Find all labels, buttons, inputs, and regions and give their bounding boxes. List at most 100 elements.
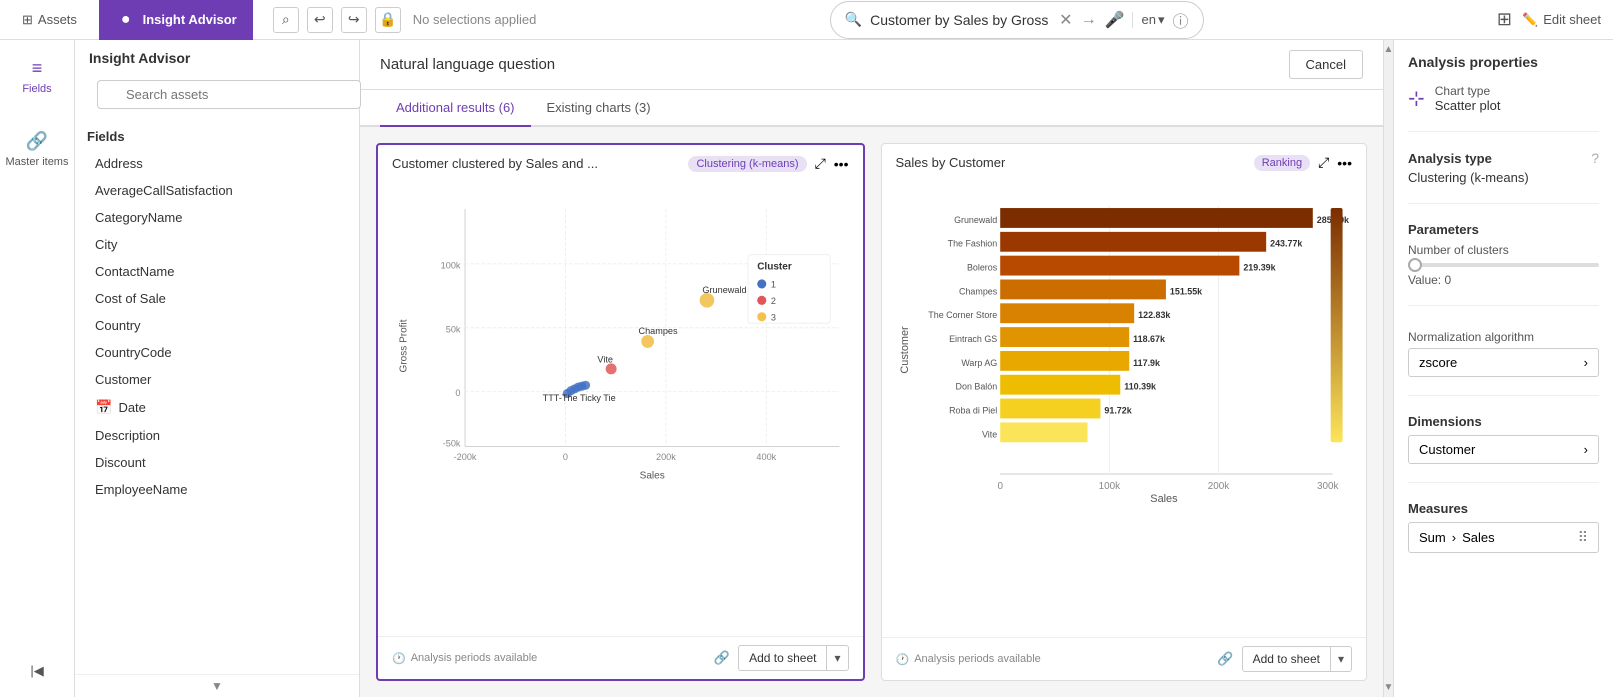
add-to-sheet-arrow-bar-icon[interactable]: ▾ xyxy=(1331,647,1351,671)
scroll-down-indicator-icon[interactable]: ▼ xyxy=(1384,682,1394,697)
more-options-icon[interactable]: ••• xyxy=(834,156,849,172)
insight-advisor-tab[interactable]: ● Insight Advisor xyxy=(99,0,253,40)
field-label: Country xyxy=(95,318,141,333)
calendar-icon: 📅 xyxy=(95,399,112,416)
svg-text:100k: 100k xyxy=(1098,481,1120,492)
normalization-section: Normalization algorithm zscore › xyxy=(1408,324,1599,377)
nlq-search-input[interactable] xyxy=(870,12,1051,28)
expand-sidebar-button[interactable]: |◀ xyxy=(30,655,43,687)
chart-card-header-bar: Sales by Customer Ranking ⤢ ••• xyxy=(882,144,1367,177)
sidebar-item-master-items[interactable]: 🔗 Master items xyxy=(0,123,74,176)
add-to-sheet-button-scatter[interactable]: Add to sheet ▾ xyxy=(738,645,848,671)
add-to-sheet-button-bar[interactable]: Add to sheet ▾ xyxy=(1242,646,1352,672)
field-item-categoryname[interactable]: CategoryName xyxy=(75,204,359,231)
analysis-type-header: Analysis type ? xyxy=(1408,150,1599,166)
smart-search-icon[interactable]: ⌕ xyxy=(273,7,299,33)
field-item-employeename[interactable]: EmployeeName xyxy=(75,476,359,503)
field-label: CountryCode xyxy=(95,345,172,360)
ranking-badge: Ranking xyxy=(1254,155,1310,171)
svg-text:50k: 50k xyxy=(446,324,461,334)
scatter-svg: 100k 50k 0 -50k -200k 0 200k 400k Sales … xyxy=(392,186,849,506)
svg-text:Customer: Customer xyxy=(898,326,910,374)
measure-grid-icon[interactable]: ⠿ xyxy=(1578,529,1588,546)
fields-panel: Insight Advisor Fields Address AverageCa… xyxy=(75,40,360,697)
slider-container[interactable] xyxy=(1408,263,1599,267)
tab-existing-charts[interactable]: Existing charts (3) xyxy=(531,90,667,127)
bar-chart-title: Sales by Customer xyxy=(896,155,1006,170)
svg-text:Warp AG: Warp AG xyxy=(961,358,997,368)
grid-icon[interactable]: ⊞ xyxy=(1497,9,1512,30)
field-item-address[interactable]: Address xyxy=(75,150,359,177)
slider-thumb[interactable] xyxy=(1408,258,1422,272)
expand-chart-icon[interactable]: ⤢ xyxy=(815,155,826,172)
link-icon-bar[interactable]: 🔗 xyxy=(1217,651,1233,667)
svg-text:219.39k: 219.39k xyxy=(1243,263,1275,273)
back-icon[interactable]: ↩ xyxy=(307,7,333,33)
svg-text:400k: 400k xyxy=(756,452,776,462)
scatter-chart-title: Customer clustered by Sales and ... xyxy=(392,156,598,171)
normalization-select[interactable]: zscore › xyxy=(1408,348,1599,377)
field-item-country[interactable]: Country xyxy=(75,312,359,339)
forward-icon[interactable]: ↪ xyxy=(341,7,367,33)
svg-text:0: 0 xyxy=(997,481,1003,492)
svg-text:Cluster: Cluster xyxy=(757,261,792,272)
field-item-countrycode[interactable]: CountryCode xyxy=(75,339,359,366)
search-assets-input[interactable] xyxy=(97,80,361,109)
main-layout: ≡ Fields 🔗 Master items |◀ Insight Advis… xyxy=(0,40,1613,697)
svg-text:117.9k: 117.9k xyxy=(1133,358,1160,368)
svg-text:3: 3 xyxy=(771,312,776,322)
link-icon[interactable]: 🔗 xyxy=(714,650,730,666)
measures-section: Measures Sum › Sales ⠿ xyxy=(1408,501,1599,553)
clear-search-icon[interactable]: ✕ xyxy=(1059,10,1072,30)
info-icon[interactable]: ⓘ xyxy=(1172,8,1188,32)
top-bar: ⊞ Assets ● Insight Advisor ⌕ ↩ ↪ 🔒 No se… xyxy=(0,0,1613,40)
dimension-customer-row[interactable]: Customer › xyxy=(1408,435,1599,464)
svg-text:Grunewald: Grunewald xyxy=(702,285,746,295)
lang-selector[interactable]: en ▾ xyxy=(1132,12,1164,28)
no-selections-label: No selections applied xyxy=(413,12,537,27)
field-item-city[interactable]: City xyxy=(75,231,359,258)
expand-icon: |◀ xyxy=(30,663,43,679)
fields-section-header[interactable]: Fields xyxy=(75,123,359,150)
clock-icon: 🕐 xyxy=(392,652,406,665)
clustering-badge: Clustering (k-means) xyxy=(688,156,806,172)
more-options-bar-icon[interactable]: ••• xyxy=(1337,155,1352,171)
measure-sales-row[interactable]: Sum › Sales ⠿ xyxy=(1408,522,1599,553)
chevron-right-icon: › xyxy=(1584,355,1588,370)
main-content: Natural language question Cancel Additio… xyxy=(360,40,1383,697)
field-label: Address xyxy=(95,156,143,171)
field-item-customer[interactable]: Customer xyxy=(75,366,359,393)
selections-icon[interactable]: 🔒 xyxy=(375,7,401,33)
mic-icon[interactable]: 🎤 xyxy=(1105,10,1125,30)
analysis-properties-title: Analysis properties xyxy=(1408,54,1599,70)
scroll-down-icon[interactable]: ▼ xyxy=(211,679,223,693)
insight-advisor-panel-title: Insight Advisor xyxy=(75,40,359,72)
svg-text:The Fashion: The Fashion xyxy=(947,239,997,249)
bar-chart-footer: 🕐 Analysis periods available 🔗 Add to sh… xyxy=(882,637,1367,680)
edit-sheet-button[interactable]: ✏️ Edit sheet xyxy=(1522,12,1601,28)
svg-text:Vite: Vite xyxy=(597,354,613,364)
add-to-sheet-arrow-icon[interactable]: ▾ xyxy=(827,646,847,670)
cancel-button[interactable]: Cancel xyxy=(1289,50,1363,79)
submit-search-icon[interactable]: → xyxy=(1081,11,1097,29)
tabs-bar: Additional results (6) Existing charts (… xyxy=(360,90,1383,127)
scroll-up-icon[interactable]: ▲ xyxy=(1384,40,1394,55)
scroll-indicator: ▲ ▼ xyxy=(1383,40,1393,697)
svg-text:Grunewald: Grunewald xyxy=(954,215,997,225)
field-item-discount[interactable]: Discount xyxy=(75,449,359,476)
svg-text:122.83k: 122.83k xyxy=(1138,310,1170,320)
tab-additional-results[interactable]: Additional results (6) xyxy=(380,90,531,127)
field-item-date[interactable]: 📅 Date xyxy=(75,393,359,422)
analysis-type-help-icon[interactable]: ? xyxy=(1591,150,1599,166)
sidebar-item-fields[interactable]: ≡ Fields xyxy=(0,50,74,103)
search-icon: 🔍 xyxy=(845,11,862,28)
field-item-averagecallsatisfaction[interactable]: AverageCallSatisfaction xyxy=(75,177,359,204)
expand-chart-bar-icon[interactable]: ⤢ xyxy=(1318,154,1329,171)
field-item-contactname[interactable]: ContactName xyxy=(75,258,359,285)
chart-type-row: ⊹ Chart type Scatter plot xyxy=(1408,84,1599,113)
field-item-description[interactable]: Description xyxy=(75,422,359,449)
assets-tab[interactable]: ⊞ Assets xyxy=(12,12,87,28)
field-item-costofsale[interactable]: Cost of Sale xyxy=(75,285,359,312)
analysis-type-section: Analysis type ? Clustering (k-means) xyxy=(1408,150,1599,185)
search-bar[interactable]: 🔍 ✕ → 🎤 en ▾ ⓘ xyxy=(830,1,1204,39)
